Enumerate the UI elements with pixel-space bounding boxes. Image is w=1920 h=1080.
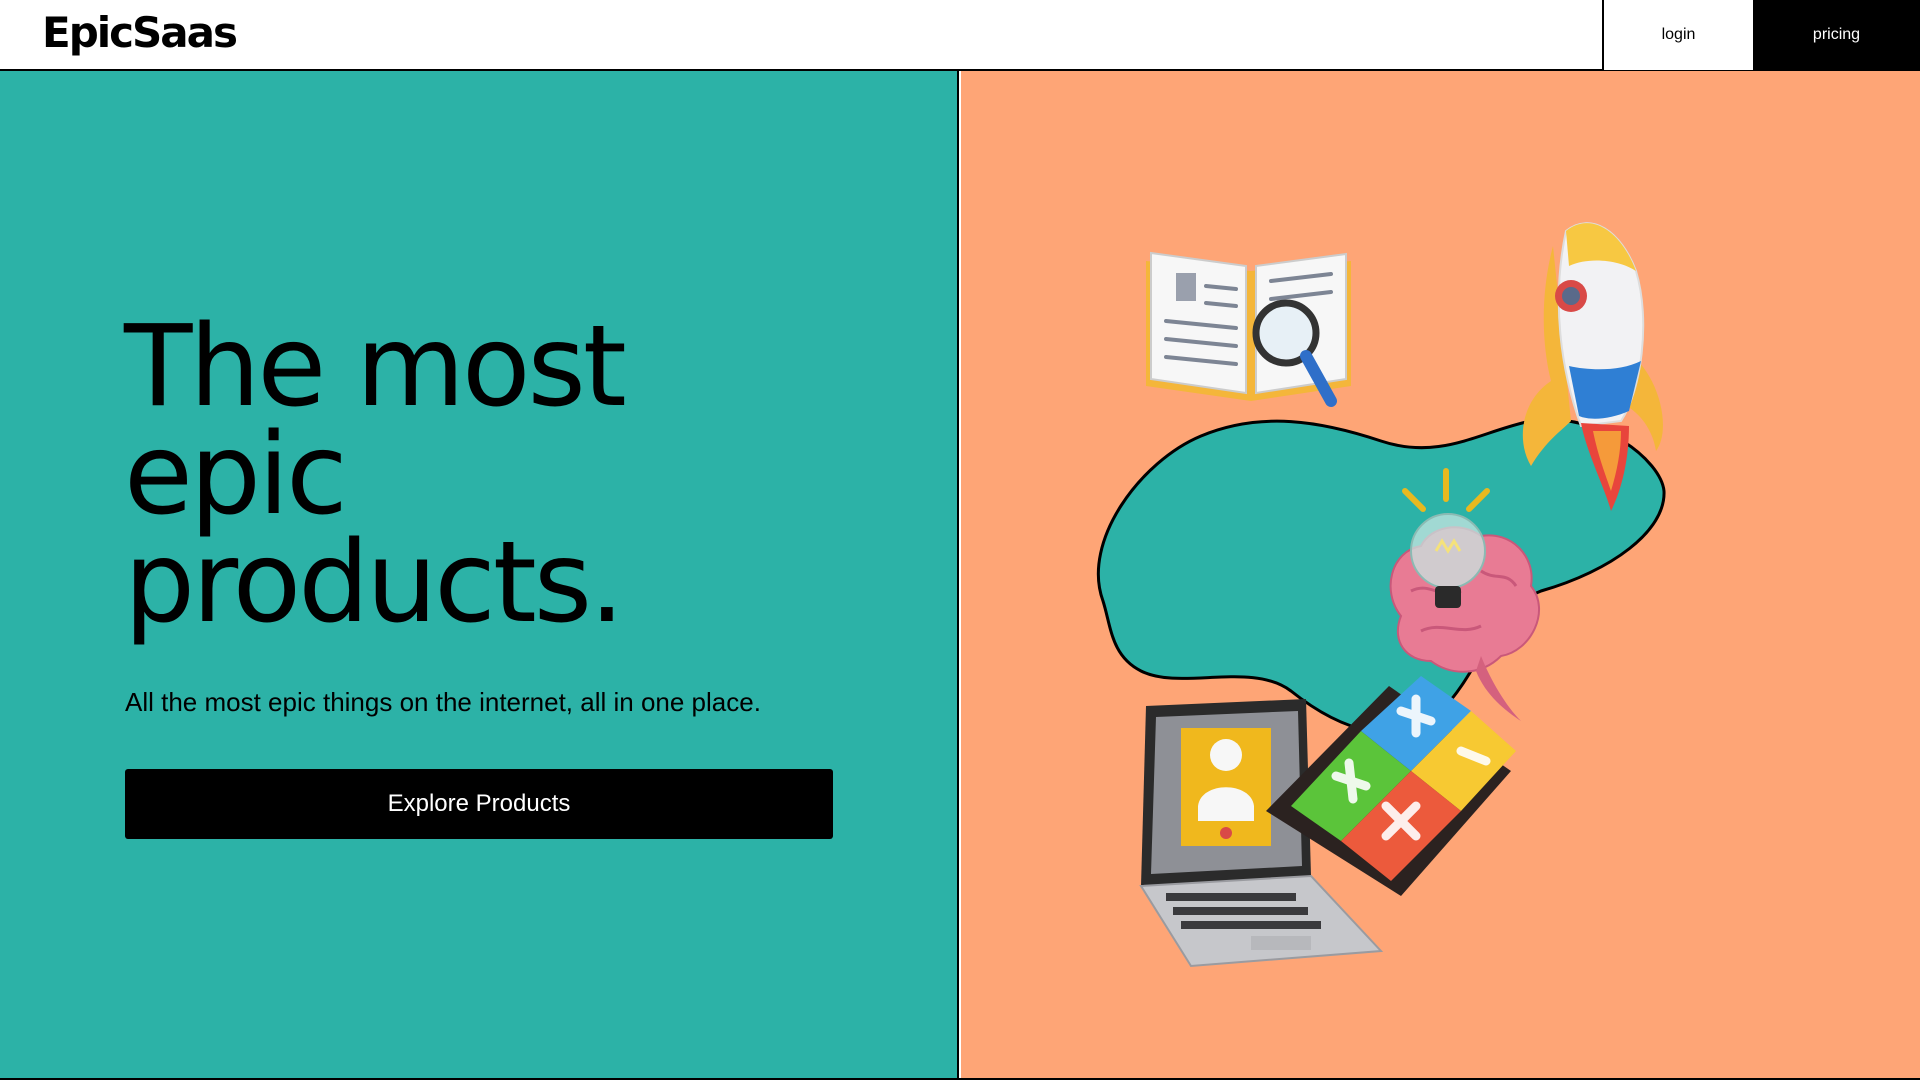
hero-title-line-3: products. [124,518,625,648]
logo[interactable]: EpicSaas [42,8,238,58]
login-link[interactable]: login [1602,0,1753,70]
book-magnifier-icon [1146,251,1351,407]
main-nav: login pricing [1602,0,1920,70]
hero-illustration [1096,222,1666,968]
teal-blob [1096,418,1666,735]
explore-products-button[interactable]: Explore Products [125,769,833,839]
hero-title: The most epic products. [124,311,744,639]
pricing-link[interactable]: pricing [1753,0,1920,70]
hero-subtitle: All the most epic things on the internet… [125,687,761,717]
top-navbar: EpicSaas login pricing [0,0,1920,71]
hero-text-panel: The most epic products. All the most epi… [0,71,959,1078]
